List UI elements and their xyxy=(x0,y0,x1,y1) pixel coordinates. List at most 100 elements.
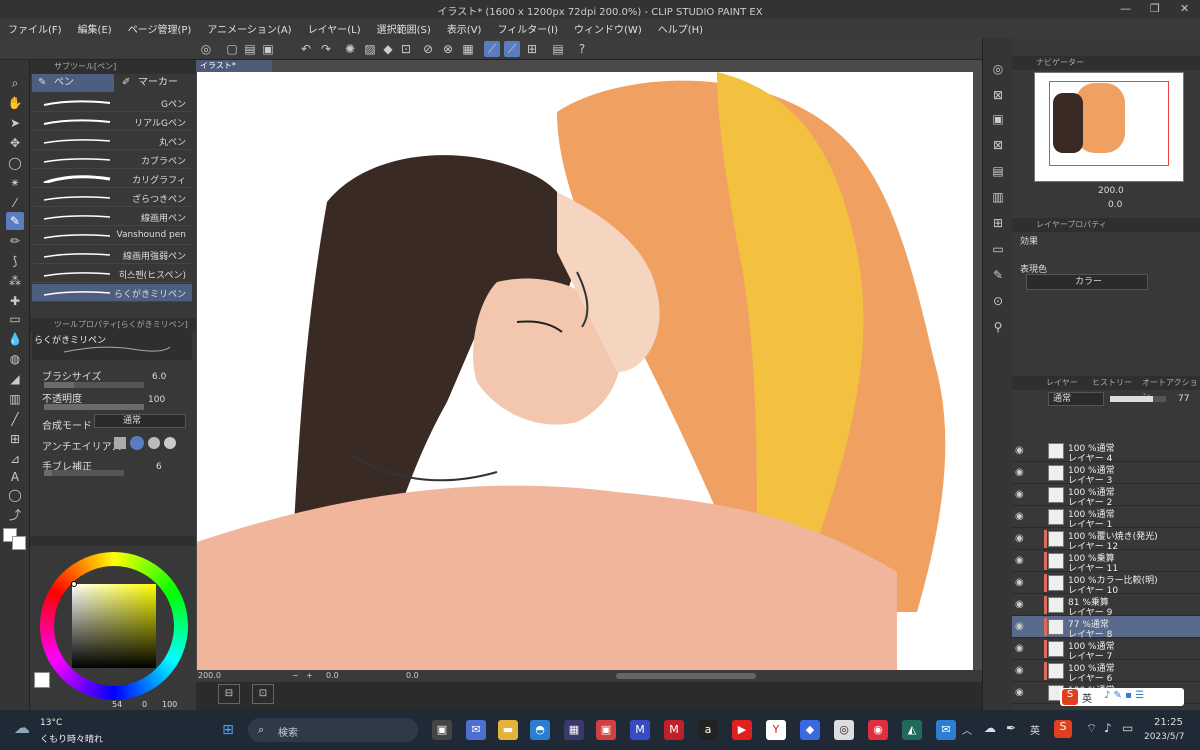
frame-icon[interactable]: ⊞ xyxy=(6,430,24,448)
horizontal-scrollbar[interactable] xyxy=(616,673,756,679)
brush-item[interactable]: Gペン xyxy=(32,94,192,112)
eye-icon[interactable]: ◉ xyxy=(1015,577,1024,588)
saturation-value-square[interactable] xyxy=(72,584,156,668)
layer-item[interactable]: ◉ 77 %通常 レイヤー 8 xyxy=(1012,616,1200,640)
search-layer-icon[interactable]: ▭ xyxy=(989,240,1007,258)
taskbar-search[interactable]: ⌕ 検索 xyxy=(248,718,418,742)
store-icon[interactable]: ▦ xyxy=(564,720,584,740)
windows-start-icon[interactable]: ⊞ xyxy=(218,720,238,740)
eye-icon[interactable]: ◉ xyxy=(1015,687,1024,698)
minimize-icon[interactable]: — xyxy=(1120,2,1131,15)
color-picker-handle[interactable] xyxy=(71,581,77,587)
pen-app-icon[interactable]: M xyxy=(630,720,650,740)
antialias-options[interactable] xyxy=(114,434,186,450)
help-icon[interactable]: ? xyxy=(574,41,590,57)
layer-item[interactable]: ◉ 100 %通常 レイヤー 6 xyxy=(1012,660,1200,684)
text-icon[interactable]: A xyxy=(6,468,24,486)
layer-item[interactable]: ◉ 100 %乗算 レイヤー 11 xyxy=(1012,550,1200,574)
navigator-icon[interactable]: ◎ xyxy=(989,60,1007,78)
pen-tool-icon[interactable]: ✎ xyxy=(6,212,24,230)
navigator-preview[interactable] xyxy=(1034,72,1184,182)
eye-icon[interactable]: ◉ xyxy=(1015,511,1024,522)
menu-edit[interactable]: 編集(E) xyxy=(70,21,120,36)
brush-item[interactable]: Vanshound pen xyxy=(32,227,192,245)
explorer-icon[interactable]: ▬ xyxy=(498,720,518,740)
transform-icon[interactable]: ⊡ xyxy=(398,41,414,57)
brush-size-value[interactable]: 6.0 xyxy=(152,372,166,382)
edge-icon[interactable]: ◓ xyxy=(530,720,550,740)
canvas[interactable] xyxy=(197,72,973,672)
eye-icon[interactable]: ◉ xyxy=(1015,555,1024,566)
pencil-icon[interactable]: ✏ xyxy=(6,232,24,250)
mesh-icon[interactable]: ◍ xyxy=(6,350,24,368)
amazon-icon[interactable]: a xyxy=(698,720,718,740)
eyedropper-icon[interactable]: ⁄ xyxy=(6,194,24,212)
eye-icon[interactable]: ◉ xyxy=(1015,489,1024,500)
material-icon[interactable]: ⊠ xyxy=(989,86,1007,104)
layer-item[interactable]: ◉ 100 %通常 レイヤー 1 xyxy=(1012,506,1200,530)
stabilization-value[interactable]: 6 xyxy=(156,462,162,472)
layer-item[interactable]: ◉ 100 %通常 レイヤー 7 xyxy=(1012,638,1200,662)
person-icon[interactable]: ⚲ xyxy=(989,318,1007,336)
invert-selection-icon[interactable]: ⊗ xyxy=(440,41,456,57)
brush-item[interactable]: 線画用強弱ペン xyxy=(32,246,192,264)
maximize-icon[interactable]: ❐ xyxy=(1150,2,1160,15)
opacity-slider[interactable] xyxy=(44,404,144,410)
snap-ruler-icon[interactable]: ⟋ xyxy=(484,41,500,57)
ime-tray[interactable]: 英 xyxy=(1030,722,1040,737)
undo-icon[interactable]: ↶ xyxy=(298,41,314,57)
redo-icon[interactable]: ↷ xyxy=(318,41,334,57)
weather-icon[interactable]: ☁ xyxy=(14,718,30,737)
tab-history[interactable]: ヒストリー xyxy=(1092,376,1132,390)
tab-pen[interactable]: ✎ ペン xyxy=(32,74,114,92)
color-set-icon[interactable]: ▥ xyxy=(989,188,1007,206)
item-bank-icon[interactable]: ▣ xyxy=(989,110,1007,128)
angle-value[interactable]: 0.0 xyxy=(406,671,419,680)
snap-grid-icon[interactable]: ⊞ xyxy=(524,41,540,57)
menu-filter[interactable]: フィルター(I) xyxy=(489,21,566,36)
ruler-icon[interactable]: ⊿ xyxy=(6,450,24,468)
position-value[interactable]: 0.0 xyxy=(326,671,339,680)
app-icon[interactable]: ◭ xyxy=(902,720,922,740)
sogou-icon[interactable]: S xyxy=(1054,720,1072,738)
save-icon[interactable]: ▣ xyxy=(260,41,276,57)
zoom-icon[interactable]: ⌕ xyxy=(6,74,24,92)
layer-opacity-value[interactable]: 77 xyxy=(1178,394,1189,404)
eye-icon[interactable]: ◉ xyxy=(1015,665,1024,676)
new-file-icon[interactable]: ▢ xyxy=(224,41,240,57)
blend-icon[interactable]: 💧 xyxy=(6,330,24,348)
info-icon[interactable]: ▤ xyxy=(989,162,1007,180)
fill-tool-icon[interactable]: ◢ xyxy=(6,370,24,388)
lasso-icon[interactable]: ◯ xyxy=(6,154,24,172)
layer-item[interactable]: ◉ 100 %通常 レイヤー 3 xyxy=(1012,462,1200,486)
layer-item[interactable]: ◉ 100 %カラー比較(明) レイヤー 10 xyxy=(1012,572,1200,596)
menu-animation[interactable]: アニメーション(A) xyxy=(199,21,299,36)
battery-icon[interactable]: ▭ xyxy=(1122,721,1133,735)
music-icon[interactable]: ◉ xyxy=(868,720,888,740)
ime-tools-icon[interactable]: ♪ ✎ ▪ ☰ xyxy=(1104,690,1144,701)
aa-medium-icon[interactable] xyxy=(148,437,160,449)
onedrive-icon[interactable]: ☁ xyxy=(984,721,996,735)
camera-icon[interactable]: ⊙ xyxy=(989,292,1007,310)
eye-icon[interactable]: ◉ xyxy=(1015,599,1024,610)
brush-item[interactable]: ざらつきペン xyxy=(32,189,192,207)
mcafee-icon[interactable]: M xyxy=(664,720,684,740)
wifi-icon[interactable]: ⌔ xyxy=(1086,721,1097,736)
tab-layer[interactable]: レイヤー xyxy=(1046,376,1078,390)
mail-icon[interactable]: ✉ xyxy=(936,720,956,740)
hue-ring[interactable] xyxy=(40,552,188,700)
sub-view-icon[interactable]: ⊠ xyxy=(989,136,1007,154)
animation-icon[interactable]: ✎ xyxy=(989,266,1007,284)
menu-page[interactable]: ページ管理(P) xyxy=(120,21,200,36)
web-icon[interactable]: ▤ xyxy=(550,41,566,57)
tool-property-toggle-icon[interactable]: ⊟ xyxy=(218,684,240,704)
loading-icon[interactable]: ✺ xyxy=(342,41,358,57)
pen-tray-icon[interactable]: ✒ xyxy=(1006,721,1016,735)
brush-size-slider[interactable] xyxy=(44,382,144,388)
brush-item[interactable]: らくがきミリペン xyxy=(32,284,192,302)
eye-icon[interactable]: ◉ xyxy=(1015,621,1024,632)
hand-icon[interactable]: ✋ xyxy=(6,94,24,112)
sub-color-swatch[interactable] xyxy=(12,536,26,550)
brush-item[interactable]: 線画用ペン xyxy=(32,208,192,226)
balloon-icon[interactable]: ◯ xyxy=(6,486,24,504)
